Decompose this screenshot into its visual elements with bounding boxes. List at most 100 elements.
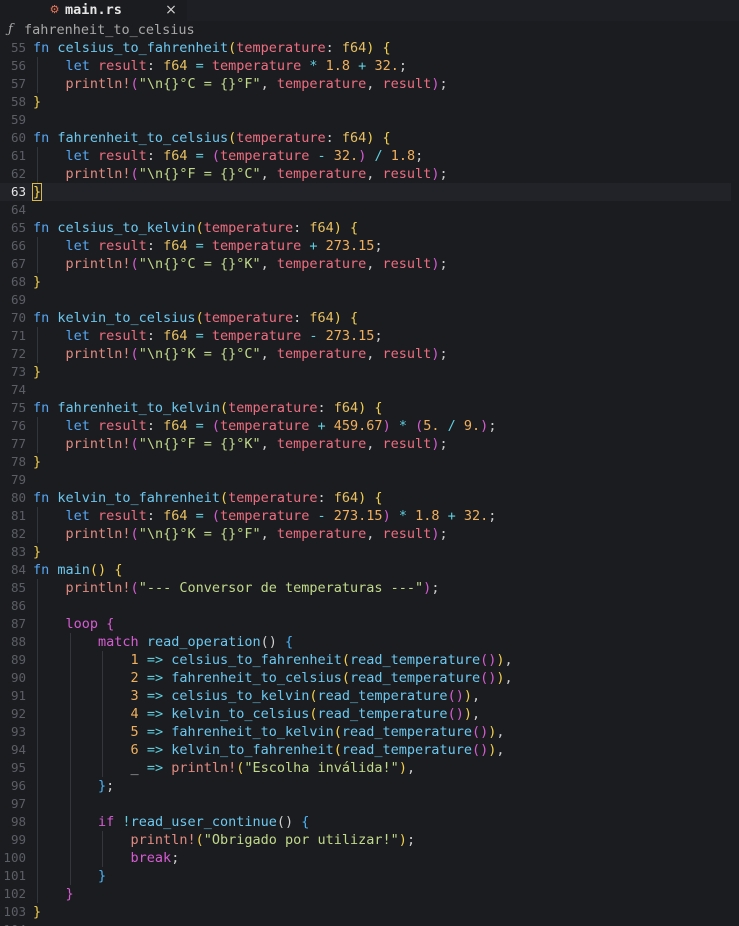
code-text[interactable]: fn fahrenheit_to_kelvin(temperature: f64…: [33, 399, 383, 417]
code-line[interactable]: 73}: [0, 363, 739, 381]
code-line[interactable]: 89 1 => celsius_to_fahrenheit(read_tempe…: [0, 651, 739, 669]
code-text[interactable]: }: [31, 183, 43, 201]
code-line[interactable]: 100 break;: [0, 849, 739, 867]
code-line[interactable]: 70 fn kelvin_to_celsius(temperature: f64)…: [0, 309, 739, 327]
code-text[interactable]: fn kelvin_to_fahrenheit(temperature: f64…: [33, 489, 383, 507]
code-line[interactable]: 61 let result: f64 = (temperature - 32.)…: [0, 147, 739, 165]
code-text[interactable]: let result: f64 = temperature - 273.15;: [33, 327, 383, 345]
code-line[interactable]: 102 }: [0, 885, 739, 903]
code-line[interactable]: 80 fn kelvin_to_fahrenheit(temperature: f…: [0, 489, 739, 507]
code-line[interactable]: 104: [0, 921, 739, 926]
breadcrumb[interactable]: ƒ fahrenheit_to_celsius: [0, 21, 739, 39]
code-line[interactable]: 96 };: [0, 777, 739, 795]
code-line[interactable]: 60 fn fahrenheit_to_celsius(temperature: …: [0, 129, 739, 147]
code-line[interactable]: 98 if !read_user_continue() {: [0, 813, 739, 831]
code-text[interactable]: };: [33, 777, 114, 795]
code-line[interactable]: 103}: [0, 903, 739, 921]
close-icon[interactable]: ×: [164, 3, 178, 17]
code-line[interactable]: 85 println!("--- Conversor de temperatur…: [0, 579, 739, 597]
code-area[interactable]: 55 fn celsius_to_fahrenheit(temperature: …: [0, 39, 739, 926]
code-line[interactable]: 56 let result: f64 = temperature * 1.8 +…: [0, 57, 739, 75]
code-line[interactable]: 87 loop {: [0, 615, 739, 633]
code-line[interactable]: 97: [0, 795, 739, 813]
code-line[interactable]: 65 fn celsius_to_kelvin(temperature: f64)…: [0, 219, 739, 237]
code-text[interactable]: if !read_user_continue() {: [33, 813, 309, 831]
code-text[interactable]: match read_operation() {: [33, 633, 293, 651]
code-text[interactable]: println!("\n{}°F = {}°K", temperature, r…: [33, 435, 448, 453]
code-line[interactable]: 74: [0, 381, 739, 399]
code-text[interactable]: }: [33, 363, 41, 381]
code-text[interactable]: let result: f64 = (temperature - 32.) / …: [33, 147, 424, 165]
code-line[interactable]: 86: [0, 597, 739, 615]
code-line[interactable]: 95 _ => println!("Escolha inválida!"),: [0, 759, 739, 777]
code-text[interactable]: println!("\n{}°C = {}°F", temperature, r…: [33, 75, 448, 93]
code-text[interactable]: fn main() {: [33, 561, 122, 579]
code-line[interactable]: 55 fn celsius_to_fahrenheit(temperature: …: [0, 39, 739, 57]
code-token: kelvin_to_celsius: [171, 706, 310, 722]
code-line[interactable]: 58}: [0, 93, 739, 111]
code-text[interactable]: loop {: [33, 615, 115, 633]
vertical-scrollbar[interactable]: [731, 39, 739, 926]
code-text[interactable]: 4 => kelvin_to_celsius(read_temperature(…: [33, 705, 481, 723]
code-line[interactable]: 75 fn fahrenheit_to_kelvin(temperature: f…: [0, 399, 739, 417]
code-text[interactable]: println!("\n{}°K = {}°C", temperature, r…: [33, 345, 448, 363]
code-text[interactable]: println!("\n{}°K = {}°F", temperature, r…: [33, 525, 448, 543]
code-text[interactable]: _ => println!("Escolha inválida!"),: [33, 759, 416, 777]
tab-main-rs[interactable]: ⚙ main.rs ×: [40, 0, 187, 21]
code-text[interactable]: println!("\n{}°C = {}°K", temperature, r…: [33, 255, 448, 273]
code-line[interactable]: 57 println!("\n{}°C = {}°F", temperature…: [0, 75, 739, 93]
code-text[interactable]: 2 => fahrenheit_to_celsius(read_temperat…: [33, 669, 513, 687]
code-line[interactable]: 91 3 => celsius_to_kelvin(read_temperatu…: [0, 687, 739, 705]
code-line[interactable]: 94 6 => kelvin_to_fahrenheit(read_temper…: [0, 741, 739, 759]
code-text[interactable]: println!("\n{}°F = {}°C", temperature, r…: [33, 165, 448, 183]
code-text[interactable]: 3 => celsius_to_kelvin(read_temperature(…: [33, 687, 481, 705]
code-line[interactable]: 90 2 => fahrenheit_to_celsius(read_tempe…: [0, 669, 739, 687]
code-editor[interactable]: ⚙ main.rs × ƒ fahrenheit_to_celsius 55 fn…: [0, 0, 739, 926]
code-text[interactable]: fn kelvin_to_celsius(temperature: f64) {: [33, 309, 358, 327]
code-line[interactable]: 93 5 => fahrenheit_to_kelvin(read_temper…: [0, 723, 739, 741]
breadcrumb-symbol[interactable]: fahrenheit_to_celsius: [24, 22, 195, 38]
code-text[interactable]: fn celsius_to_kelvin(temperature: f64) {: [33, 219, 358, 237]
code-text[interactable]: fn celsius_to_fahrenheit(temperature: f6…: [33, 39, 391, 57]
code-text[interactable]: }: [33, 453, 41, 471]
code-text[interactable]: }: [33, 93, 41, 111]
code-line[interactable]: 72 println!("\n{}°K = {}°C", temperature…: [0, 345, 739, 363]
code-text[interactable]: fn fahrenheit_to_celsius(temperature: f6…: [33, 129, 391, 147]
code-line[interactable]: 84 fn main() {: [0, 561, 739, 579]
code-text[interactable]: println!("Obrigado por utilizar!");: [33, 831, 416, 849]
code-line[interactable]: 71 let result: f64 = temperature - 273.1…: [0, 327, 739, 345]
code-line[interactable]: 82 println!("\n{}°K = {}°F", temperature…: [0, 525, 739, 543]
code-line[interactable]: 62 println!("\n{}°F = {}°C", temperature…: [0, 165, 739, 183]
code-line[interactable]: 68}: [0, 273, 739, 291]
code-line[interactable]: 101 }: [0, 867, 739, 885]
code-line[interactable]: 78}: [0, 453, 739, 471]
code-line[interactable]: 92 4 => kelvin_to_celsius(read_temperatu…: [0, 705, 739, 723]
code-text[interactable]: }: [33, 903, 41, 921]
code-line[interactable]: 99 println!("Obrigado por utilizar!");: [0, 831, 739, 849]
code-text[interactable]: }: [33, 543, 41, 561]
code-text[interactable]: let result: f64 = temperature + 273.15;: [33, 237, 383, 255]
code-text[interactable]: let result: f64 = (temperature + 459.67)…: [33, 417, 497, 435]
code-line[interactable]: 77 println!("\n{}°F = {}°K", temperature…: [0, 435, 739, 453]
code-line[interactable]: 64: [0, 201, 739, 219]
code-line[interactable]: 88 match read_operation() {: [0, 633, 739, 651]
code-line[interactable]: 67 println!("\n{}°C = {}°K", temperature…: [0, 255, 739, 273]
code-line[interactable]: 81 let result: f64 = (temperature - 273.…: [0, 507, 739, 525]
code-line[interactable]: 69: [0, 291, 739, 309]
code-line[interactable]: 83}: [0, 543, 739, 561]
code-line[interactable]: 59: [0, 111, 739, 129]
code-text[interactable]: let result: f64 = (temperature - 273.15)…: [33, 507, 497, 525]
code-line[interactable]: 66 let result: f64 = temperature + 273.1…: [0, 237, 739, 255]
code-text[interactable]: 6 => kelvin_to_fahrenheit(read_temperatu…: [33, 741, 505, 759]
code-text[interactable]: 1 => celsius_to_fahrenheit(read_temperat…: [33, 651, 513, 669]
code-line[interactable]: 79: [0, 471, 739, 489]
code-text[interactable]: 5 => fahrenheit_to_kelvin(read_temperatu…: [33, 723, 505, 741]
code-text[interactable]: }: [33, 273, 41, 291]
code-text[interactable]: println!("--- Conversor de temperaturas …: [33, 579, 440, 597]
code-text[interactable]: break;: [33, 849, 180, 867]
code-text[interactable]: }: [33, 885, 74, 903]
code-text[interactable]: let result: f64 = temperature * 1.8 + 32…: [33, 57, 407, 75]
code-line[interactable]: 76 let result: f64 = (temperature + 459.…: [0, 417, 739, 435]
code-token: temperature: [228, 400, 318, 416]
code-line[interactable]: 63}: [0, 183, 739, 201]
